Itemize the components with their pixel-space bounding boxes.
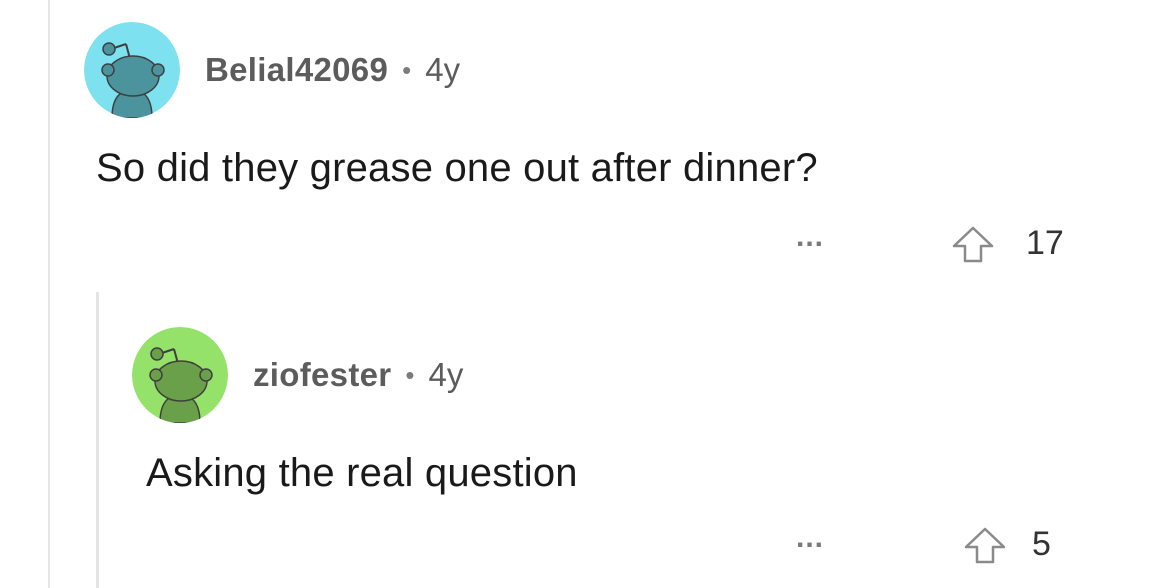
upvote-arrow-icon[interactable] [950,224,996,264]
comment-body: So did they grease one out after dinner? [96,146,818,190]
upvote-arrow-icon[interactable] [962,525,1008,565]
comment-age: 4y [428,356,464,393]
comment-actions: ... 5 [132,521,1144,567]
comment-actions: ... 17 [84,220,1144,266]
comment: Belial42069 • 4y So did they grease one … [84,22,1144,263]
more-options-button[interactable]: ... [796,220,824,254]
vote-count: 17 [1026,224,1064,262]
snoo-avatar-icon [132,327,228,423]
reply-thread-line[interactable] [96,292,99,588]
snoo-avatar-icon [84,22,180,118]
vote-count: 5 [1032,525,1051,563]
username[interactable]: Belial42069 [205,51,388,89]
avatar[interactable] [84,22,180,118]
comment-header: ziofester • 4y [132,327,1144,423]
separator-dot: • [405,359,415,390]
avatar[interactable] [132,327,228,423]
comment-age: 4y [425,51,461,88]
thread-line [48,0,50,588]
separator-dot: • [402,54,412,85]
username[interactable]: ziofester [253,356,391,394]
comment-body: Asking the real question [146,451,578,495]
more-options-button[interactable]: ... [796,521,824,555]
comment-header: Belial42069 • 4y [84,22,1144,118]
comment-reply: ziofester • 4y Asking the real question … [132,327,1144,564]
